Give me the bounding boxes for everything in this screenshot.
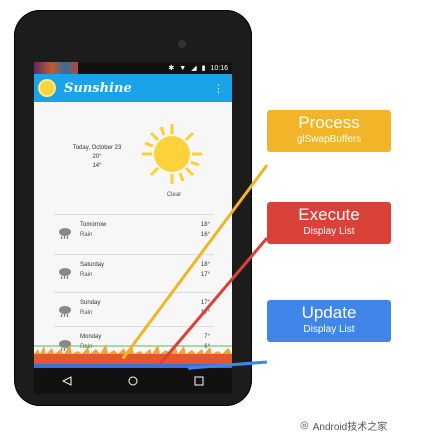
forecast-day: Tomorrow bbox=[80, 222, 107, 228]
bluetooth-icon: ✱ bbox=[168, 65, 175, 72]
forecast-desc: Rain bbox=[80, 272, 93, 278]
callout-title: Process bbox=[298, 113, 360, 132]
today-condition: Clear bbox=[166, 192, 182, 198]
sun-weather-icon bbox=[142, 124, 202, 184]
watermark-text: Android技术之家 bbox=[312, 422, 388, 433]
status-time: 10:16 bbox=[210, 64, 228, 72]
back-icon[interactable] bbox=[62, 376, 72, 386]
today-date: Today, October 23 bbox=[72, 145, 122, 151]
rain-cloud-icon bbox=[59, 268, 71, 279]
front-camera bbox=[178, 40, 186, 48]
callout-title: Execute bbox=[298, 205, 360, 224]
nav-bar bbox=[34, 368, 232, 394]
battery-icon: ▮ bbox=[201, 65, 206, 72]
forecast-low: 17° bbox=[200, 272, 210, 278]
wifi-icon: ▼ bbox=[179, 64, 187, 72]
forecast-row[interactable]: Tomorrow Rain 18° 16° bbox=[54, 214, 214, 255]
forecast-high: 17° bbox=[200, 300, 210, 306]
recents-icon[interactable] bbox=[194, 376, 204, 386]
forecast-high: 18° bbox=[200, 262, 210, 268]
app-bar: Sunshine ⋮ bbox=[34, 74, 232, 102]
forecast-day: Sunday bbox=[80, 300, 101, 306]
sun-logo-icon bbox=[40, 81, 54, 95]
app-title: Sunshine bbox=[64, 80, 132, 96]
forecast-high: 18° bbox=[200, 222, 210, 228]
process-callout: Process glSwapBuffers bbox=[267, 110, 391, 152]
gpu-profile-mini-bars bbox=[34, 62, 78, 74]
callout-subtitle: Display List bbox=[303, 324, 355, 335]
forecast-desc: Rain bbox=[80, 232, 93, 238]
callout-subtitle: glSwapBuffers bbox=[296, 134, 362, 145]
overflow-menu-icon[interactable]: ⋮ bbox=[213, 82, 224, 95]
watermark: ◎ Android技术之家 bbox=[300, 418, 387, 433]
forecast-day: Saturday bbox=[80, 262, 105, 268]
update-callout: Update Display List bbox=[267, 300, 391, 342]
callout-subtitle: Display List bbox=[303, 226, 355, 237]
today-high: 20° bbox=[92, 154, 102, 160]
forecast-row[interactable]: Saturday Rain 18° 17° bbox=[54, 254, 214, 295]
rain-cloud-icon bbox=[59, 306, 71, 317]
today-low: 14° bbox=[92, 163, 102, 169]
gpu-profile-bars bbox=[34, 344, 232, 368]
today-summary[interactable]: Today, October 23 20° 14° bbox=[62, 144, 132, 171]
callout-title: Update bbox=[301, 303, 357, 322]
forecast-low: 16° bbox=[200, 232, 210, 238]
forecast-desc: Rain bbox=[80, 310, 93, 316]
execute-callout: Execute Display List bbox=[267, 202, 391, 244]
signal-icon: ◢ bbox=[191, 65, 197, 72]
wechat-icon: ◎ bbox=[300, 420, 309, 431]
rain-cloud-icon bbox=[59, 228, 71, 239]
forecast-low: 17° bbox=[200, 310, 210, 316]
home-icon[interactable] bbox=[128, 376, 138, 386]
